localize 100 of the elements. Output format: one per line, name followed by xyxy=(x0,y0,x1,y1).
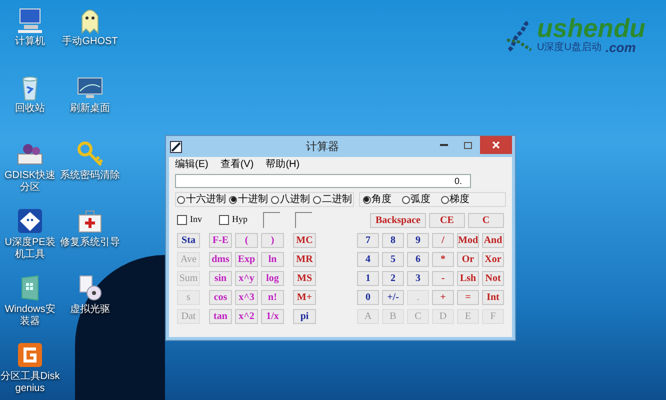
calculator-key[interactable]: Or xyxy=(457,252,479,267)
calculator-key[interactable]: ln xyxy=(261,252,284,267)
desktop-icon-label[interactable]: U深度PE装机工具 xyxy=(0,237,60,261)
display-field[interactable]: 0. xyxy=(175,174,471,188)
calculator-key[interactable]: MR xyxy=(293,252,316,267)
radio-button[interactable] xyxy=(362,196,371,204)
calculator-key[interactable]: tan xyxy=(209,309,232,324)
calculator-key: C xyxy=(407,309,429,324)
calculator-key[interactable]: ( xyxy=(235,233,258,248)
calculator-key: B xyxy=(382,309,404,324)
radio-label: 弧度 xyxy=(410,194,431,204)
radio-button[interactable] xyxy=(229,196,237,204)
calculator-key[interactable]: = xyxy=(457,290,479,305)
desktop-icon-label[interactable]: Windows安装器 xyxy=(0,304,60,328)
calculator-key[interactable]: x^3 xyxy=(235,290,258,305)
calculator-key: Ave xyxy=(177,252,200,267)
menu-item[interactable]: 帮助(H) xyxy=(266,156,300,172)
calculator-key: . xyxy=(407,290,429,305)
radio-label: 十六进制 xyxy=(186,194,226,204)
partition-icon[interactable] xyxy=(16,341,44,369)
calculator-key[interactable]: * xyxy=(432,252,454,267)
calculator-key: D xyxy=(432,309,454,324)
calculator-key[interactable]: 0 xyxy=(357,290,379,305)
radio-button[interactable] xyxy=(271,196,279,204)
logo-text: ushendu xyxy=(537,15,646,41)
desktop-icon-label[interactable]: 回收站 xyxy=(0,103,60,115)
calculator-key: E xyxy=(457,309,479,324)
menu-item[interactable]: 查看(V) xyxy=(220,156,254,172)
calculator-key[interactable]: Mod xyxy=(457,233,479,248)
calculator-key: A xyxy=(357,309,379,324)
calculator-key[interactable]: 9 xyxy=(407,233,429,248)
calculator-key[interactable]: 1/x xyxy=(261,309,284,324)
calculator-key[interactable]: / xyxy=(432,233,454,248)
radio-label: 二进制 xyxy=(322,194,352,204)
calculator-key[interactable]: log xyxy=(261,271,284,286)
calculator-key: Sum xyxy=(177,271,200,286)
calculator-key[interactable]: CE xyxy=(429,212,465,228)
radio-label: 角度 xyxy=(372,194,392,204)
computer-icon[interactable] xyxy=(16,6,44,34)
close-button[interactable] xyxy=(480,136,512,154)
calculator-key[interactable]: 7 xyxy=(357,233,379,248)
calculator-key[interactable]: MS xyxy=(293,271,316,286)
calculator-key[interactable]: 8 xyxy=(382,233,404,248)
badge-icon[interactable] xyxy=(16,207,44,235)
desktop-icon-label[interactable]: 刷新桌面 xyxy=(60,103,120,115)
calculator-key[interactable]: ) xyxy=(261,233,284,248)
calculator-key[interactable]: cos xyxy=(209,290,232,305)
logo-tagline: U深度U盘启动 xyxy=(537,42,602,52)
calculator-key[interactable]: 6 xyxy=(407,252,429,267)
calculator-key[interactable]: F-E xyxy=(209,233,232,248)
checkbox[interactable] xyxy=(219,215,229,225)
desktop-icon-label[interactable]: GDISK快速分区 xyxy=(0,170,60,194)
calculator-key: F xyxy=(482,309,504,324)
radio-label: 梯度 xyxy=(450,194,470,204)
calculator-key[interactable]: x^2 xyxy=(235,309,258,324)
desktop-icon-label[interactable]: 计算机 xyxy=(0,36,60,48)
calculator-key[interactable]: pi xyxy=(293,309,316,324)
radio-button[interactable] xyxy=(402,196,410,204)
desktop-icon-label[interactable]: 分区工具Diskgenius xyxy=(0,371,60,395)
radio-button[interactable] xyxy=(313,196,321,204)
logo-domain: .com xyxy=(605,41,636,54)
calculator-key[interactable]: +/- xyxy=(382,290,404,305)
calculator-key[interactable]: x^y xyxy=(235,271,258,286)
calculator-key[interactable]: 1 xyxy=(357,271,379,286)
desktop-icon-label[interactable]: 手动GHOST xyxy=(60,36,120,48)
calculator-icon xyxy=(170,140,182,152)
maximize-icon xyxy=(464,142,472,148)
calculator-key[interactable]: MC xyxy=(293,233,316,248)
calculator-key[interactable]: - xyxy=(432,271,454,286)
calculator-key[interactable]: Lsh xyxy=(457,271,479,286)
calculator-key[interactable]: And xyxy=(482,233,504,248)
calculator-key[interactable]: 3 xyxy=(407,271,429,286)
calculator-key[interactable]: M+ xyxy=(293,290,316,305)
menu-item[interactable]: 编辑(E) xyxy=(175,156,208,172)
radio-button[interactable] xyxy=(440,196,449,204)
checkbox[interactable] xyxy=(177,215,187,225)
calculator-key[interactable]: 2 xyxy=(382,271,404,286)
radio-button[interactable] xyxy=(177,196,185,204)
window-title: 计算器 xyxy=(306,140,339,155)
calculator-key[interactable]: C xyxy=(468,212,504,228)
calculator-key[interactable]: dms xyxy=(209,252,232,267)
radio-label: 八进制 xyxy=(280,194,310,204)
calculator-key[interactable]: Backspace xyxy=(370,212,426,228)
calculator-key[interactable]: Exp xyxy=(235,252,258,267)
calculator-key[interactable]: sin xyxy=(209,271,232,286)
radio-label: 十进制 xyxy=(238,194,268,204)
calculator-key[interactable]: n! xyxy=(261,290,284,305)
desktop-icon-label[interactable]: 修复系统引导 xyxy=(60,237,120,249)
close-icon xyxy=(492,141,500,149)
calculator-key[interactable]: Int xyxy=(482,290,504,305)
minimize-icon xyxy=(440,144,448,146)
calculator-key: s xyxy=(177,290,200,305)
calculator-key[interactable]: 4 xyxy=(357,252,379,267)
calculator-key[interactable]: + xyxy=(432,290,454,305)
calculator-key[interactable]: 5 xyxy=(382,252,404,267)
calculator-key[interactable]: Sta xyxy=(177,233,200,248)
calculator-key[interactable]: Not xyxy=(482,271,504,286)
calculator-key[interactable]: Xor xyxy=(482,252,504,267)
desktop-icon-label[interactable]: 系统密码清除 xyxy=(60,170,120,182)
logo-icon xyxy=(505,20,533,54)
